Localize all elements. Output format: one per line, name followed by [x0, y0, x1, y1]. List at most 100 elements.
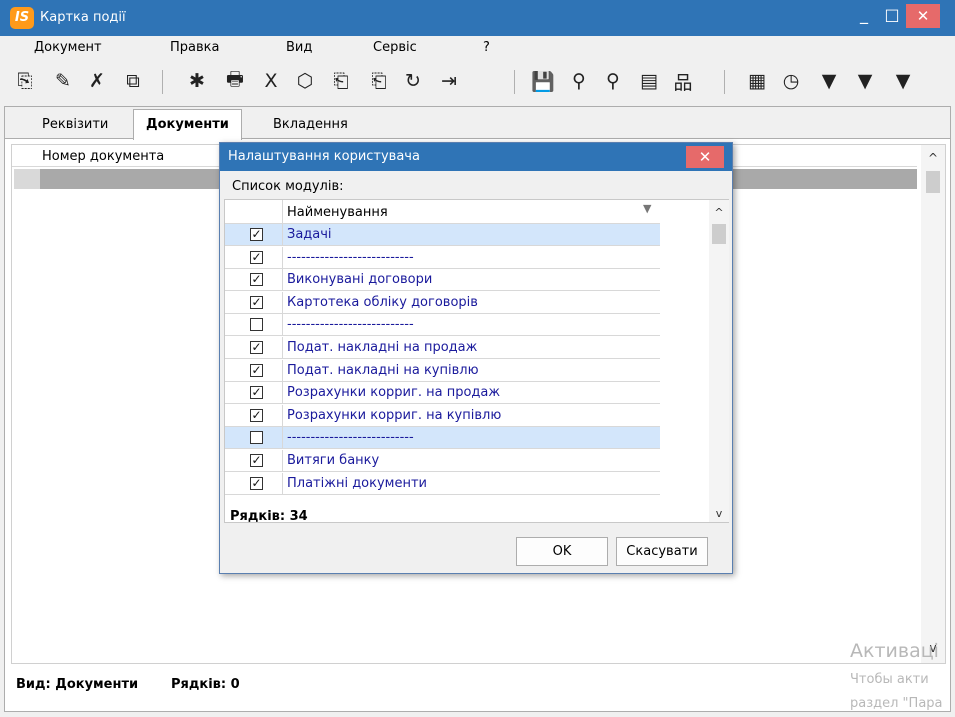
delete-doc-icon[interactable]: ✗	[84, 68, 110, 94]
cell-separator	[282, 337, 283, 359]
tab-documents[interactable]: Документи	[133, 109, 242, 140]
list-item[interactable]: ✓ Розрахунки корриг. на продаж	[225, 382, 660, 405]
dialog-close-button[interactable]: ✕	[686, 146, 724, 168]
clock-doc-icon[interactable]: ◷	[778, 68, 804, 94]
checkbox-unchecked[interactable]	[250, 431, 263, 445]
scroll-up-icon[interactable]: ^	[709, 206, 729, 219]
activation-watermark: Активаці Чтобы акти раздел "Пара	[850, 640, 943, 711]
module-name: ---------------------------	[287, 249, 414, 265]
copy-doc-icon[interactable]: ⧉	[120, 68, 146, 94]
maximize-button[interactable]: □	[876, 0, 908, 30]
list-item[interactable]: ✓ Картотека обліку договорів	[225, 291, 660, 314]
column-header-name[interactable]: Найменування	[287, 205, 388, 220]
module-name: Подат. накладні на купівлю	[287, 362, 479, 378]
checkbox-checked[interactable]: ✓	[250, 228, 263, 241]
print-icon[interactable]: 🖶	[222, 68, 248, 94]
list-item[interactable]: ---------------------------	[225, 314, 660, 337]
module-name: Розрахунки корриг. на продаж	[287, 385, 501, 401]
save-icon[interactable]: 💾	[530, 68, 556, 94]
table-icon[interactable]: ▦	[744, 68, 770, 94]
modules-list-header: Найменування ▼	[225, 200, 660, 224]
filter-icon[interactable]: ▼	[816, 68, 842, 94]
checkbox-checked[interactable]: ✓	[250, 273, 263, 287]
module-name: Платіжні документи	[287, 475, 428, 491]
row-indicator	[14, 169, 40, 189]
toolbar-separator	[724, 70, 725, 94]
list-item[interactable]: ✓ ---------------------------	[225, 246, 660, 269]
exit-icon[interactable]: ⇥	[436, 68, 462, 94]
new-doc-icon[interactable]: ⎘	[12, 68, 38, 94]
cell-separator	[282, 450, 283, 472]
stack-icon[interactable]: ▤	[636, 68, 662, 94]
header-separator	[282, 200, 283, 224]
cancel-button[interactable]: Скасувати	[616, 537, 708, 566]
dialog-title: Налаштування користувача	[228, 149, 420, 164]
menu-service[interactable]: Сервіс	[373, 40, 417, 55]
checkbox-checked[interactable]: ✓	[250, 386, 263, 400]
ok-button[interactable]: OK	[516, 537, 608, 566]
filter-user-icon[interactable]: ▼	[852, 68, 878, 94]
modules-list-scrollbar[interactable]: ^ v	[709, 200, 729, 522]
checkbox-checked[interactable]: ✓	[250, 295, 263, 309]
list-item[interactable]: ✓ Подат. накладні на купівлю	[225, 359, 660, 382]
menu-help[interactable]: ?	[483, 40, 490, 55]
module-name: Подат. накладні на продаж	[287, 340, 478, 355]
refresh-icon[interactable]: ↻	[400, 68, 426, 94]
status-footer: Вид: Документи Рядків: 0	[16, 677, 240, 692]
checkbox-checked[interactable]: ✓	[250, 476, 263, 490]
module-name: Витяги банку	[287, 453, 380, 468]
cell-separator	[282, 427, 283, 450]
tab-attachments[interactable]: Вкладення	[273, 113, 348, 139]
checkbox-checked[interactable]: ✓	[250, 454, 263, 467]
close-window-button[interactable]: ✕	[906, 4, 940, 28]
grid-scrollbar[interactable]: ^ v	[921, 145, 945, 663]
toolbar-separator	[162, 70, 163, 94]
menu-edit[interactable]: Правка	[170, 40, 219, 55]
hierarchy-icon[interactable]: 品	[670, 68, 696, 94]
scroll-thumb[interactable]	[712, 224, 726, 244]
filter-clear-icon[interactable]: ▼	[890, 68, 916, 94]
modules-list[interactable]: Найменування ▼ ^ v Рядків: 34 ✓ Задачі ✓ --…	[224, 199, 729, 524]
watermark-line-3: раздел "Пара	[850, 696, 943, 711]
cell-separator	[282, 472, 283, 495]
cell-separator	[282, 404, 283, 427]
menu-bar: Документ Правка Вид Сервіс ?	[0, 36, 955, 60]
cell-separator	[282, 224, 283, 246]
menu-view[interactable]: Вид	[286, 40, 312, 55]
menu-document[interactable]: Документ	[34, 40, 102, 55]
checkbox-unchecked[interactable]	[250, 318, 263, 332]
search-next-icon[interactable]: ⚲	[600, 68, 626, 94]
dialog-title-bar: Налаштування користувача ✕	[220, 143, 732, 171]
checkbox-checked[interactable]: ✓	[250, 408, 263, 422]
search-icon[interactable]: ⚲	[566, 68, 592, 94]
cell-separator	[282, 246, 283, 269]
app-logo-icon: IS	[10, 7, 34, 29]
scroll-down-icon[interactable]: v	[709, 507, 729, 520]
edit-doc-icon[interactable]: ✎	[50, 68, 76, 94]
list-item[interactable]: ✓ Платіжні документи	[225, 472, 660, 495]
checkbox-checked[interactable]: ✓	[250, 363, 263, 377]
scroll-thumb[interactable]	[926, 171, 940, 193]
window-title: Картка події	[40, 10, 126, 25]
checkbox-checked[interactable]: ✓	[250, 250, 263, 264]
list-item[interactable]: ✓ Подат. накладні на продаж	[225, 337, 660, 359]
title-bar: IS Картка події _ □ ✕	[0, 0, 955, 36]
list-item[interactable]: ✓ Витяги банку	[225, 450, 660, 472]
excel-export-icon[interactable]: X	[258, 68, 284, 94]
list-item[interactable]: ---------------------------	[225, 427, 660, 450]
column-header-document-number[interactable]: Номер документа	[42, 149, 164, 164]
checkbox-checked[interactable]: ✓	[250, 341, 263, 354]
hexagon-icon[interactable]: ⬡	[292, 68, 318, 94]
list-item[interactable]: ✓ Задачі	[225, 224, 660, 246]
modules-list-label: Список модулів:	[232, 179, 344, 194]
module-name: ---------------------------	[287, 317, 414, 333]
new-from-template-icon[interactable]: ✱	[184, 68, 210, 94]
scroll-up-icon[interactable]: ^	[921, 151, 945, 171]
document-down-icon[interactable]: ⎗	[366, 68, 392, 94]
list-item[interactable]: ✓ Виконувані договори	[225, 269, 660, 292]
tab-requisites[interactable]: Реквізити	[42, 113, 108, 139]
column-dropdown-icon[interactable]: ▼	[643, 202, 651, 215]
module-name: Розрахунки корриг. на купівлю	[287, 407, 502, 423]
list-item[interactable]: ✓ Розрахунки корриг. на купівлю	[225, 404, 660, 427]
document-up-icon[interactable]: ⎗	[328, 68, 354, 94]
